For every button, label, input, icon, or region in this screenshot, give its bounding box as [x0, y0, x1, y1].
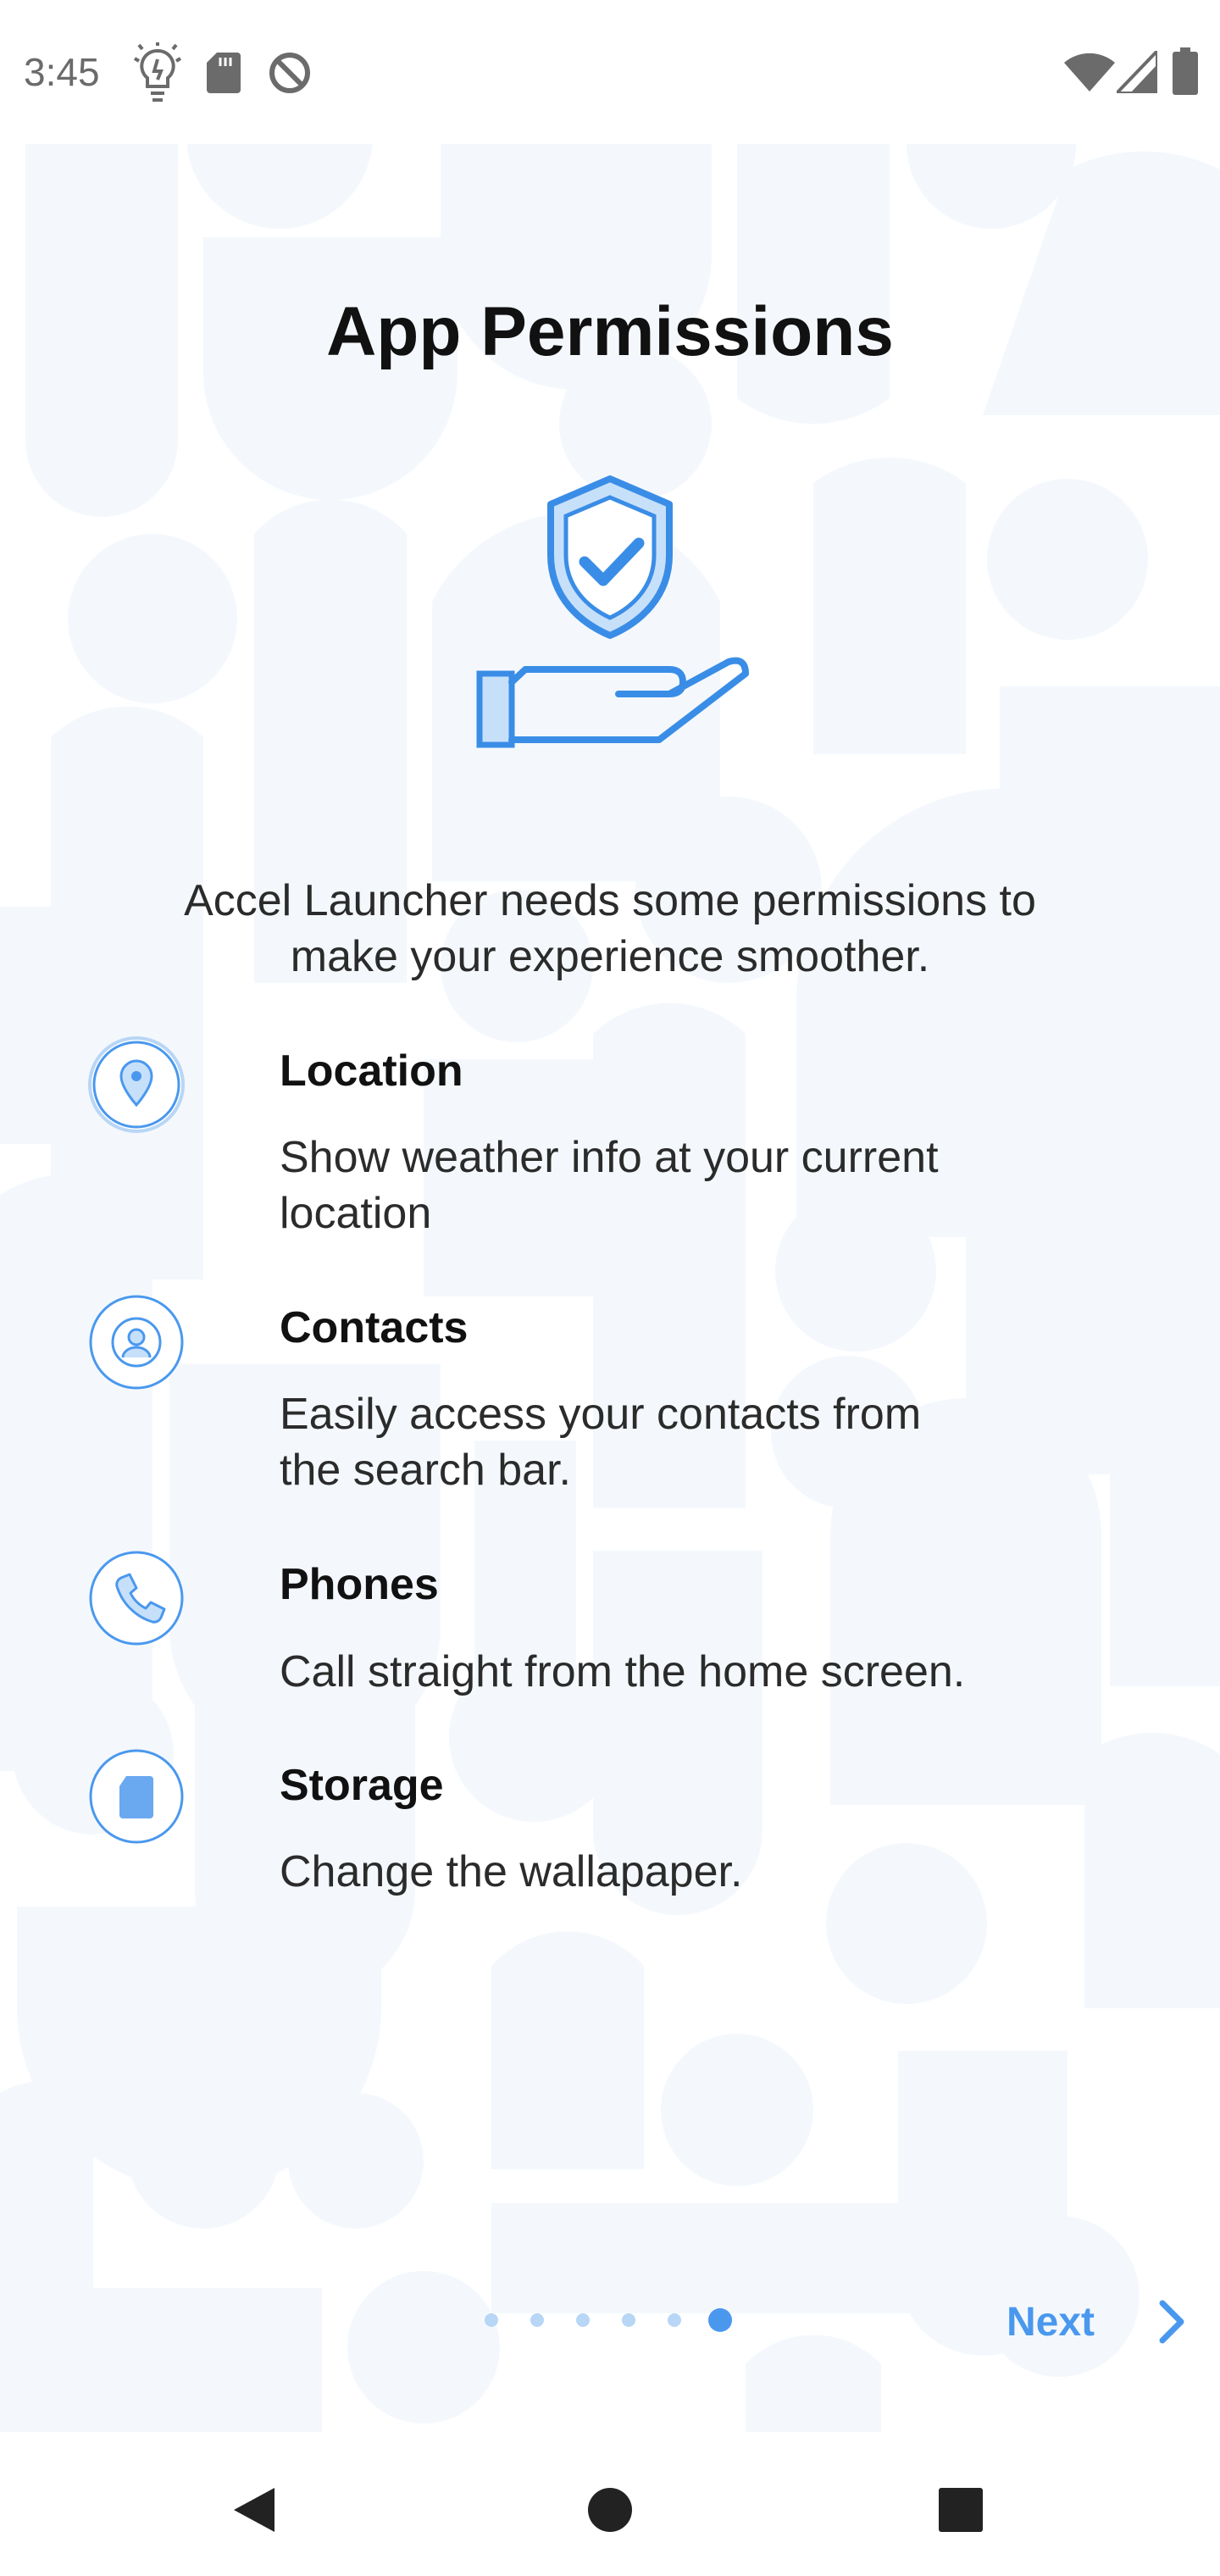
- desc-line: the search bar.: [280, 1446, 571, 1495]
- page-indicator: [485, 2305, 739, 2335]
- sd-card-icon: [207, 53, 241, 93]
- desc-line: Change the wallapaper.: [280, 1847, 743, 1896]
- do-not-disturb-icon: [269, 53, 310, 93]
- next-label: Next: [1006, 2299, 1095, 2345]
- home-button[interactable]: [568, 2468, 652, 2552]
- page-dot-active: [708, 2308, 732, 2332]
- desc-line: Call straight from the home screen.: [280, 1647, 966, 1696]
- page-dot: [622, 2313, 635, 2327]
- page-dot: [530, 2313, 544, 2327]
- chevron-right-icon: [1159, 2300, 1184, 2344]
- permission-title-contacts: Contacts: [280, 1303, 469, 1352]
- recents-button[interactable]: [918, 2468, 1003, 2552]
- lightbulb-icon: [134, 42, 181, 102]
- recents-square-icon: [939, 2488, 983, 2532]
- intro-line: make your experience smoother.: [290, 932, 930, 981]
- status-bar: 3:45: [0, 0, 1220, 144]
- battery-icon: [1173, 47, 1198, 95]
- page-dot: [485, 2313, 498, 2327]
- shield-in-hand-icon: [476, 475, 749, 748]
- intro-line: Accel Launcher needs some permissions to: [184, 876, 1036, 925]
- status-time: 3:45: [24, 50, 100, 94]
- navigation-bar: [0, 2434, 1220, 2576]
- permission-desc-storage: Change the wallapaper.: [280, 1844, 1042, 1900]
- desc-line: Show weather info at your current: [280, 1133, 939, 1182]
- permission-title-location: Location: [280, 1046, 463, 1096]
- intro-text: Accel Launcher needs some permissions to…: [119, 873, 1101, 985]
- screen: 3:45 App Permissions Accel Launcher need…: [0, 0, 1220, 2576]
- storage-card-icon: [89, 1749, 184, 1844]
- permission-desc-location: Show weather info at your current locati…: [280, 1130, 1042, 1241]
- permission-title-storage: Storage: [280, 1761, 444, 1810]
- back-triangle-icon: [234, 2488, 274, 2532]
- desc-line: location: [280, 1189, 432, 1238]
- permission-desc-contacts: Easily access your contacts from the sea…: [280, 1386, 1042, 1498]
- back-button[interactable]: [212, 2468, 297, 2552]
- desc-line: Easily access your contacts from: [280, 1390, 922, 1439]
- page-dot: [576, 2313, 590, 2327]
- next-button[interactable]: Next: [991, 2279, 1195, 2364]
- contact-person-icon: [89, 1295, 184, 1390]
- home-circle-icon: [588, 2488, 632, 2532]
- cell-signal-icon: [1117, 51, 1157, 93]
- wifi-icon: [1064, 53, 1115, 92]
- page-dot: [668, 2313, 681, 2327]
- location-pin-icon: [88, 1036, 185, 1133]
- permission-title-phones: Phones: [280, 1560, 439, 1609]
- phone-icon: [89, 1551, 184, 1646]
- page-title: App Permissions: [326, 293, 894, 370]
- permission-desc-phones: Call straight from the home screen.: [280, 1644, 1042, 1700]
